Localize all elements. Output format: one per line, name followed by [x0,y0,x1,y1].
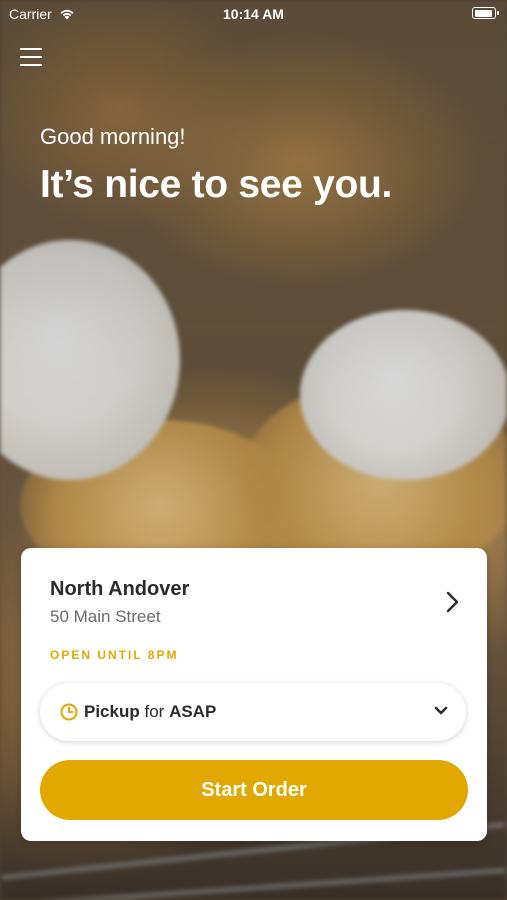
greeting-text: Good morning! [40,124,186,149]
home-screen: Carrier 10:14 AM Good morning! It’s nice… [0,0,507,900]
page-title: It’s nice to see you. [40,163,393,206]
clock-icon [60,703,78,721]
chevron-right-icon[interactable] [443,590,461,614]
order-mode-label: Pickup for ASAP [84,702,216,722]
chevron-down-icon[interactable] [434,706,448,716]
store-name[interactable]: North Andover [50,578,189,601]
menu-icon[interactable] [20,48,42,68]
status-bar: Carrier 10:14 AM [0,0,507,28]
store-address: 50 Main Street [50,607,161,626]
order-mode-value: Pickup [84,702,140,721]
store-card: North Andover 50 Main Street OPEN UNTIL … [21,548,487,841]
order-mode-connector: for [144,702,165,721]
store-hours-badge: OPEN UNTIL 8PM [50,648,179,662]
order-time-value: ASAP [169,702,217,721]
battery-icon [472,7,499,19]
order-mode-selector[interactable]: Pickup for ASAP [40,683,466,741]
status-time: 10:14 AM [223,6,284,22]
start-order-button[interactable]: Start Order [40,760,468,820]
